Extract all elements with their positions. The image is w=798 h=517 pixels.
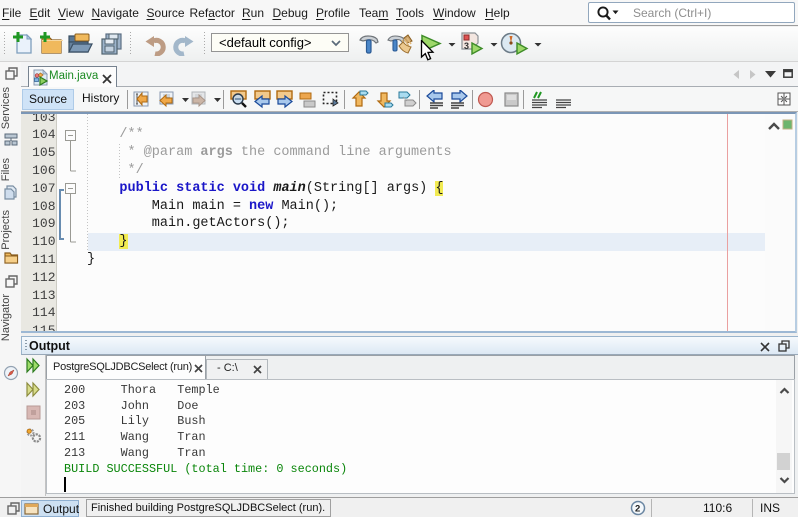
svg-text:2: 2 [635, 504, 640, 515]
svg-text:3: 3 [464, 41, 469, 51]
